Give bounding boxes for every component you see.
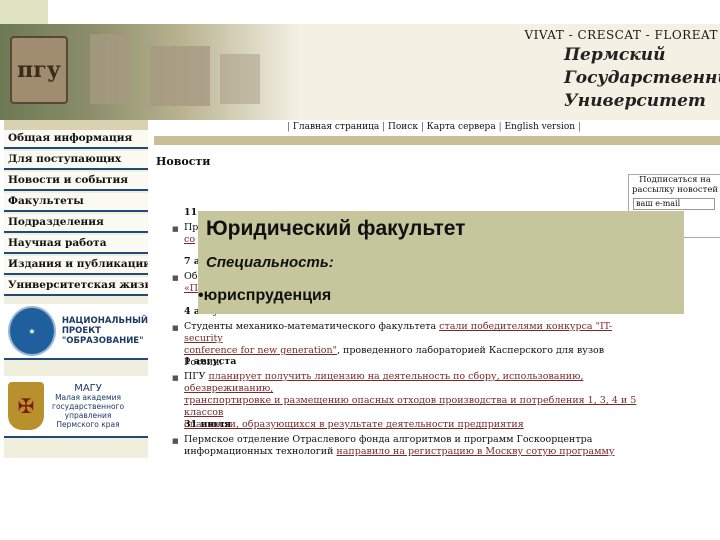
sidebar-item-general-info[interactable]: Общая информация: [4, 130, 148, 149]
sidebar-item-news-events[interactable]: Новости и события: [4, 172, 148, 191]
sidebar-item-university-life[interactable]: Университетская жизнь: [4, 277, 148, 296]
bullet-icon: ■: [172, 437, 179, 445]
link-search[interactable]: Поиск: [388, 122, 418, 132]
email-field[interactable]: ваш e-mail: [633, 198, 715, 210]
link-sitemap[interactable]: Карта сервера: [427, 122, 496, 132]
news-link[interactable]: «П: [184, 283, 198, 294]
sidebar-item-applicants[interactable]: Для поступающих: [4, 151, 148, 170]
sidebar: Общая информация Для поступающих Новости…: [4, 120, 148, 458]
sidebar-item-departments[interactable]: Подразделения: [4, 214, 148, 233]
link-english[interactable]: English version: [504, 122, 575, 132]
top-nav: | Главная страница | Поиск | Карта серве…: [287, 122, 581, 132]
news-link[interactable]: планирует получить лицензию на деятельно…: [184, 371, 583, 394]
national-project-banner[interactable]: ★ НАЦИОНАЛЬНЫЙ ПРОЕКТ "ОБРАЗОВАНИЕ": [4, 304, 148, 360]
magu-banner[interactable]: ✠ МАГУ Малая академия государственного у…: [4, 376, 148, 438]
bullet-icon: ■: [172, 225, 179, 233]
national-project-emblem-icon: ★: [8, 306, 56, 356]
motto: VIVAT - CRESCAT - FLOREAT: [524, 28, 718, 42]
bullet-icon: ■: [172, 274, 179, 282]
news-item: 31 июля ■ Пермское отделение Отраслевого…: [172, 419, 615, 457]
sidebar-item-faculties[interactable]: Факультеты: [4, 193, 148, 212]
corner-decoration: [0, 0, 48, 24]
university-logo[interactable]: пгу: [10, 36, 68, 104]
link-home[interactable]: Главная страница: [293, 122, 379, 132]
news-link[interactable]: направило на регистрацию в Москву сотую …: [336, 446, 614, 457]
overlay-specialty-item: •юриспруденция: [198, 287, 332, 304]
news-link[interactable]: со: [184, 234, 195, 245]
sidebar-item-research[interactable]: Научная работа: [4, 235, 148, 254]
bullet-icon: ■: [172, 324, 179, 332]
coat-of-arms-icon: ✠: [8, 382, 44, 430]
news-link[interactable]: транспортировке и размещению опасных отх…: [184, 395, 636, 418]
overlay-specialty-label: Специальность:: [206, 254, 334, 271]
bullet-icon: ■: [172, 374, 179, 382]
overlay-title: Юридический факультет: [206, 217, 466, 240]
news-heading: Новости: [156, 155, 211, 168]
site-header: пгу VIVAT - CRESCAT - FLOREAT Пермский Г…: [0, 24, 720, 120]
university-name: Пермский Государственный Университет: [564, 45, 720, 111]
sidebar-item-publications[interactable]: Издания и публикации: [4, 256, 148, 275]
news-link[interactable]: conference for new generation": [184, 345, 337, 356]
faculty-overlay: Юридический факультет Специальность: •юр…: [198, 211, 684, 314]
content-top-stripe: [154, 136, 720, 145]
